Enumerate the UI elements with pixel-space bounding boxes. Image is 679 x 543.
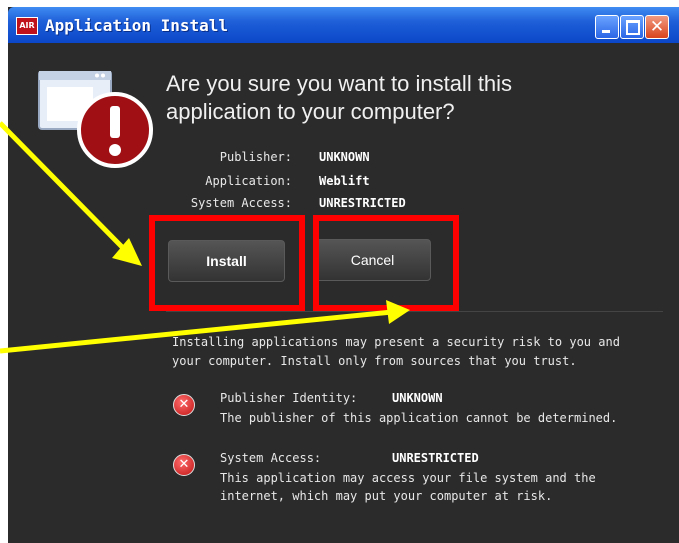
cancel-highlight-box bbox=[313, 215, 459, 311]
system-access-label: System Access: bbox=[190, 196, 292, 210]
system-access-detail-label: System Access: bbox=[220, 451, 322, 465]
minimize-button[interactable] bbox=[595, 15, 619, 39]
publisher-identity-label: Publisher Identity: bbox=[220, 391, 358, 405]
heading-line-1: Are you sure you want to install this bbox=[166, 71, 513, 96]
system-access-desc: This application may access your file sy… bbox=[220, 469, 596, 505]
system-access-value: UNRESTRICTED bbox=[319, 196, 406, 210]
publisher-label: Publisher: bbox=[219, 150, 292, 164]
maximize-button[interactable] bbox=[620, 15, 644, 39]
security-warning-text: Installing applications may present a se… bbox=[172, 333, 662, 371]
application-label: Application: bbox=[205, 174, 292, 188]
error-x-icon: ✕ bbox=[173, 394, 195, 416]
air-app-icon: AIR bbox=[16, 17, 38, 35]
warning-line-2: your computer. Install only from sources… bbox=[172, 354, 577, 368]
title-bar[interactable]: AIR Application Install ✕ bbox=[8, 7, 679, 43]
system-access-desc-line-1: This application may access your file sy… bbox=[220, 471, 596, 485]
install-question-heading: Are you sure you want to install this ap… bbox=[166, 70, 606, 126]
window-title: Application Install bbox=[45, 16, 229, 35]
system-access-desc-line-2: internet, which may put your computer at… bbox=[220, 489, 553, 503]
warning-line-1: Installing applications may present a se… bbox=[172, 335, 620, 349]
application-value: Weblift bbox=[319, 174, 370, 188]
install-highlight-box bbox=[149, 215, 305, 311]
heading-line-2: application to your computer? bbox=[166, 99, 455, 124]
close-icon: ✕ bbox=[649, 17, 665, 37]
publisher-identity-value: UNKNOWN bbox=[392, 391, 443, 405]
error-x-icon: ✕ bbox=[173, 454, 195, 476]
publisher-value: UNKNOWN bbox=[319, 150, 370, 164]
publisher-identity-desc: The publisher of this application cannot… bbox=[220, 411, 618, 425]
section-divider bbox=[166, 311, 663, 312]
close-button[interactable]: ✕ bbox=[645, 15, 669, 39]
system-access-detail-value: UNRESTRICTED bbox=[392, 451, 479, 465]
